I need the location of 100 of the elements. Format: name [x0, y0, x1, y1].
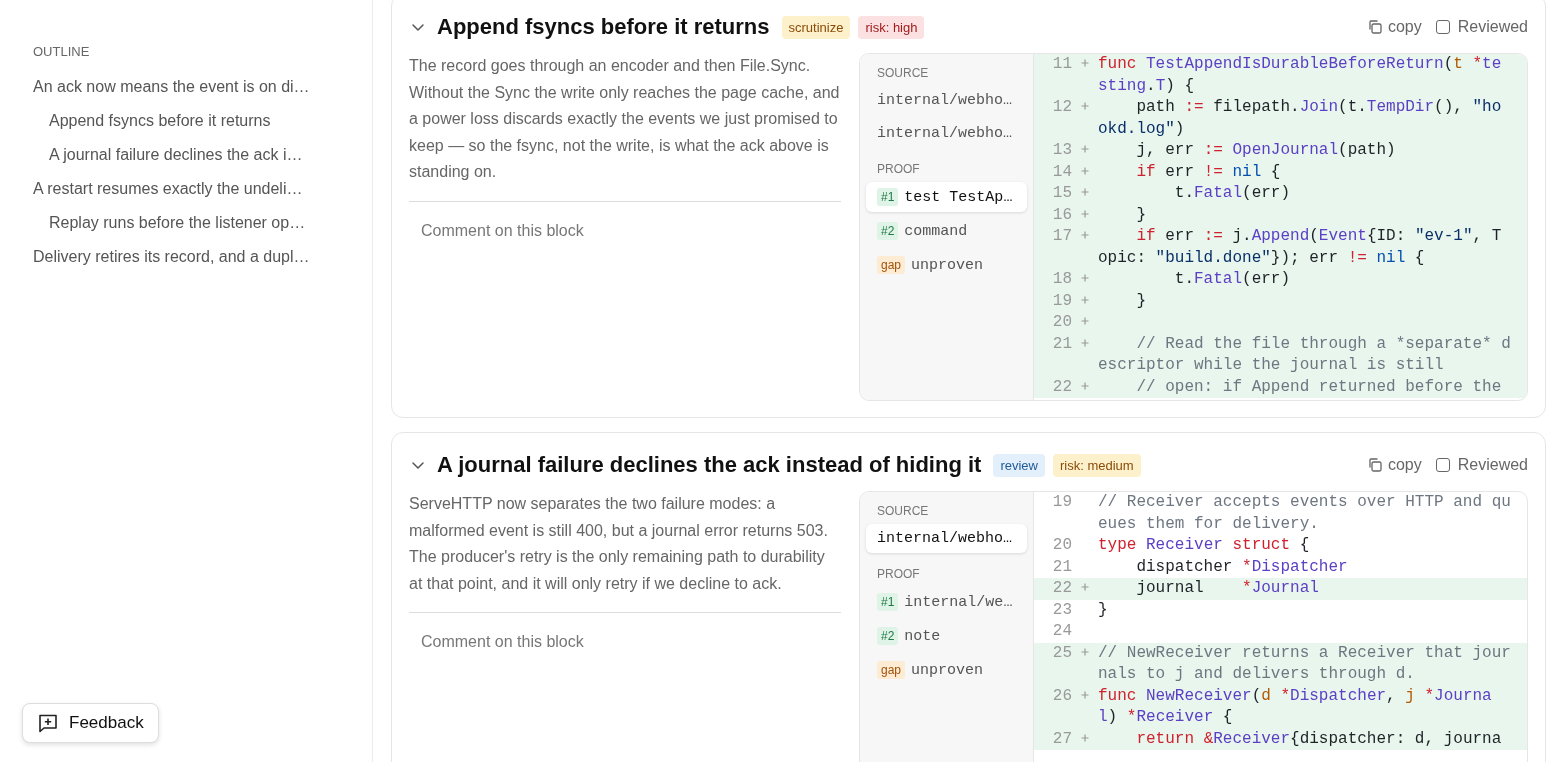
tag: risk: high — [858, 15, 925, 39]
code-text: // Receiver accepts events over HTTP and queues them for delivery. — [1098, 492, 1511, 535]
tag: risk: medium — [1053, 453, 1141, 477]
added-icon — [1080, 273, 1090, 283]
block-title: Append fsyncs before it returns — [437, 14, 770, 40]
proof-badge: gap — [877, 661, 906, 679]
reviewed-label: Reviewed — [1457, 18, 1528, 36]
code-text: } — [1135, 204, 1147, 226]
outline-heading: OUTLINE — [33, 44, 91, 59]
code-text: return &Receiver{dispatcher: d, journa — [1135, 728, 1503, 750]
code-text: if err != nil { — [1135, 161, 1282, 183]
line-number: 18 — [1051, 269, 1072, 290]
proof-badge: #2 — [877, 627, 899, 645]
line-number: 12 — [1051, 97, 1072, 118]
outline-item[interactable]: A restart resumes exactly the undeli… — [33, 173, 372, 207]
proof-item[interactable]: #1 internal/we… — [866, 587, 1027, 617]
section-heading: PROOF — [876, 567, 921, 581]
section-heading: SOURCE — [876, 66, 930, 80]
code-text: dispatcher *Dispatcher — [1135, 556, 1349, 578]
comment-field[interactable]: Comment on this block — [409, 612, 841, 702]
copy-button[interactable]: copy — [1366, 456, 1422, 474]
feedback-button[interactable]: Feedback — [22, 703, 159, 743]
added-icon — [1080, 58, 1090, 68]
tag: scrutinize — [781, 15, 851, 39]
reviewed-checkbox[interactable] — [1435, 458, 1450, 472]
source-item[interactable]: internal/webho… — [866, 524, 1027, 553]
line-number: 19 — [1051, 492, 1072, 513]
copy-icon — [1366, 457, 1383, 473]
added-icon — [1080, 689, 1090, 700]
line-number: 20 — [1051, 312, 1072, 333]
line-number: 15 — [1051, 183, 1072, 204]
code-text: // NewReceiver returns a Receiver that journals to j and delivers through d. — [1098, 642, 1511, 685]
line-number: 25 — [1051, 642, 1072, 664]
feedback-icon — [37, 712, 59, 734]
section-heading: SOURCE — [876, 504, 930, 518]
proof-item[interactable]: #2 note — [866, 621, 1027, 651]
added-icon — [1080, 208, 1090, 219]
code-text: t.Fatal(err) — [1173, 269, 1292, 290]
added-icon — [1080, 187, 1090, 197]
added-icon — [1080, 646, 1090, 657]
outline-item[interactable]: Replay runs before the listener op… — [33, 207, 372, 241]
line-number: 21 — [1051, 556, 1072, 578]
section-heading: PROOF — [876, 162, 921, 176]
added-icon — [1080, 380, 1090, 391]
proof-badge: #1 — [877, 593, 899, 611]
code-text: journal *Journal — [1135, 578, 1320, 599]
code-text: // Read the file through a *separate* descriptor while the journal is still — [1098, 333, 1511, 376]
code-text: } — [1098, 599, 1109, 621]
code-text: // open: if Append returned before the — [1135, 376, 1503, 398]
proof-item[interactable]: #2 command — [866, 216, 1027, 246]
outline-item[interactable]: A journal failure declines the ack i… — [33, 139, 372, 173]
proof-item[interactable]: gap unproven — [866, 250, 1027, 280]
line-number: 21 — [1051, 333, 1072, 355]
reviewed-label: Reviewed — [1457, 456, 1528, 474]
added-icon — [1080, 230, 1090, 240]
proof-item[interactable]: gap unproven — [866, 655, 1027, 685]
source-item[interactable]: internal/webho… — [866, 86, 1027, 115]
outline-item[interactable]: Delivery retires its record, and a dupl… — [33, 241, 372, 275]
copy-icon — [1366, 19, 1383, 35]
block-description: The record goes through an encoder and then File.Sync. Without the Sync the write only reaches the page cache, and a power loss discards exactly the events we just promised to keep — so the fsync, not the write, is what the ack above is standing on. — [409, 56, 841, 182]
code-text: path := filepath.Join(t.TempDir(), "hookd.log") — [1098, 97, 1503, 140]
block-title: A journal failure declines the ack instead of hiding it — [437, 452, 982, 478]
line-number: 22 — [1051, 376, 1072, 398]
line-number: 23 — [1051, 599, 1072, 621]
added-icon — [1080, 294, 1090, 305]
line-number: 11 — [1051, 54, 1072, 75]
proof-item[interactable]: #1 test TestAp… — [866, 182, 1027, 212]
added-icon — [1080, 144, 1090, 154]
code-text: func NewReceiver(d *Dispatcher, j *Journal) *Receiver { — [1098, 685, 1493, 728]
line-number: 20 — [1051, 535, 1072, 556]
added-icon — [1080, 582, 1090, 592]
tag: review — [993, 453, 1045, 477]
added-icon — [1080, 101, 1090, 111]
code-text: type Receiver struct { — [1098, 535, 1311, 556]
proof-badge: gap — [877, 256, 906, 274]
line-number: 19 — [1051, 290, 1072, 312]
line-number: 27 — [1051, 728, 1072, 750]
comment-field[interactable]: Comment on this block — [409, 200, 841, 291]
added-icon — [1080, 732, 1090, 743]
source-item[interactable]: internal/webho… — [866, 119, 1027, 148]
outline-item[interactable]: Append fsyncs before it returns — [33, 105, 372, 139]
line-number: 16 — [1051, 204, 1072, 226]
proof-badge: #1 — [877, 188, 899, 206]
line-number: 26 — [1051, 685, 1072, 707]
line-number: 22 — [1051, 578, 1072, 599]
added-icon — [1080, 316, 1090, 326]
outline-item[interactable]: An ack now means the event is on di… — [33, 71, 372, 105]
proof-badge: #2 — [877, 222, 899, 240]
copy-button[interactable]: copy — [1366, 18, 1422, 36]
reviewed-checkbox[interactable] — [1435, 20, 1450, 34]
code-text: t.Fatal(err) — [1173, 183, 1292, 204]
line-number: 13 — [1051, 140, 1072, 161]
line-number: 14 — [1051, 161, 1072, 183]
line-number: 24 — [1051, 621, 1072, 642]
block-description: ServeHTTP now separates the two failure modes: a malformed event is still 400, but a journal error returns 503. The producer's retry is the only remaining path to durability at that point, and it will only retry if we decline to ack. — [409, 494, 829, 594]
code-text: } — [1135, 290, 1147, 312]
line-number: 17 — [1051, 226, 1072, 247]
code-text: j, err := OpenJournal(path) — [1135, 140, 1397, 161]
added-icon — [1080, 165, 1090, 176]
added-icon — [1080, 337, 1090, 348]
